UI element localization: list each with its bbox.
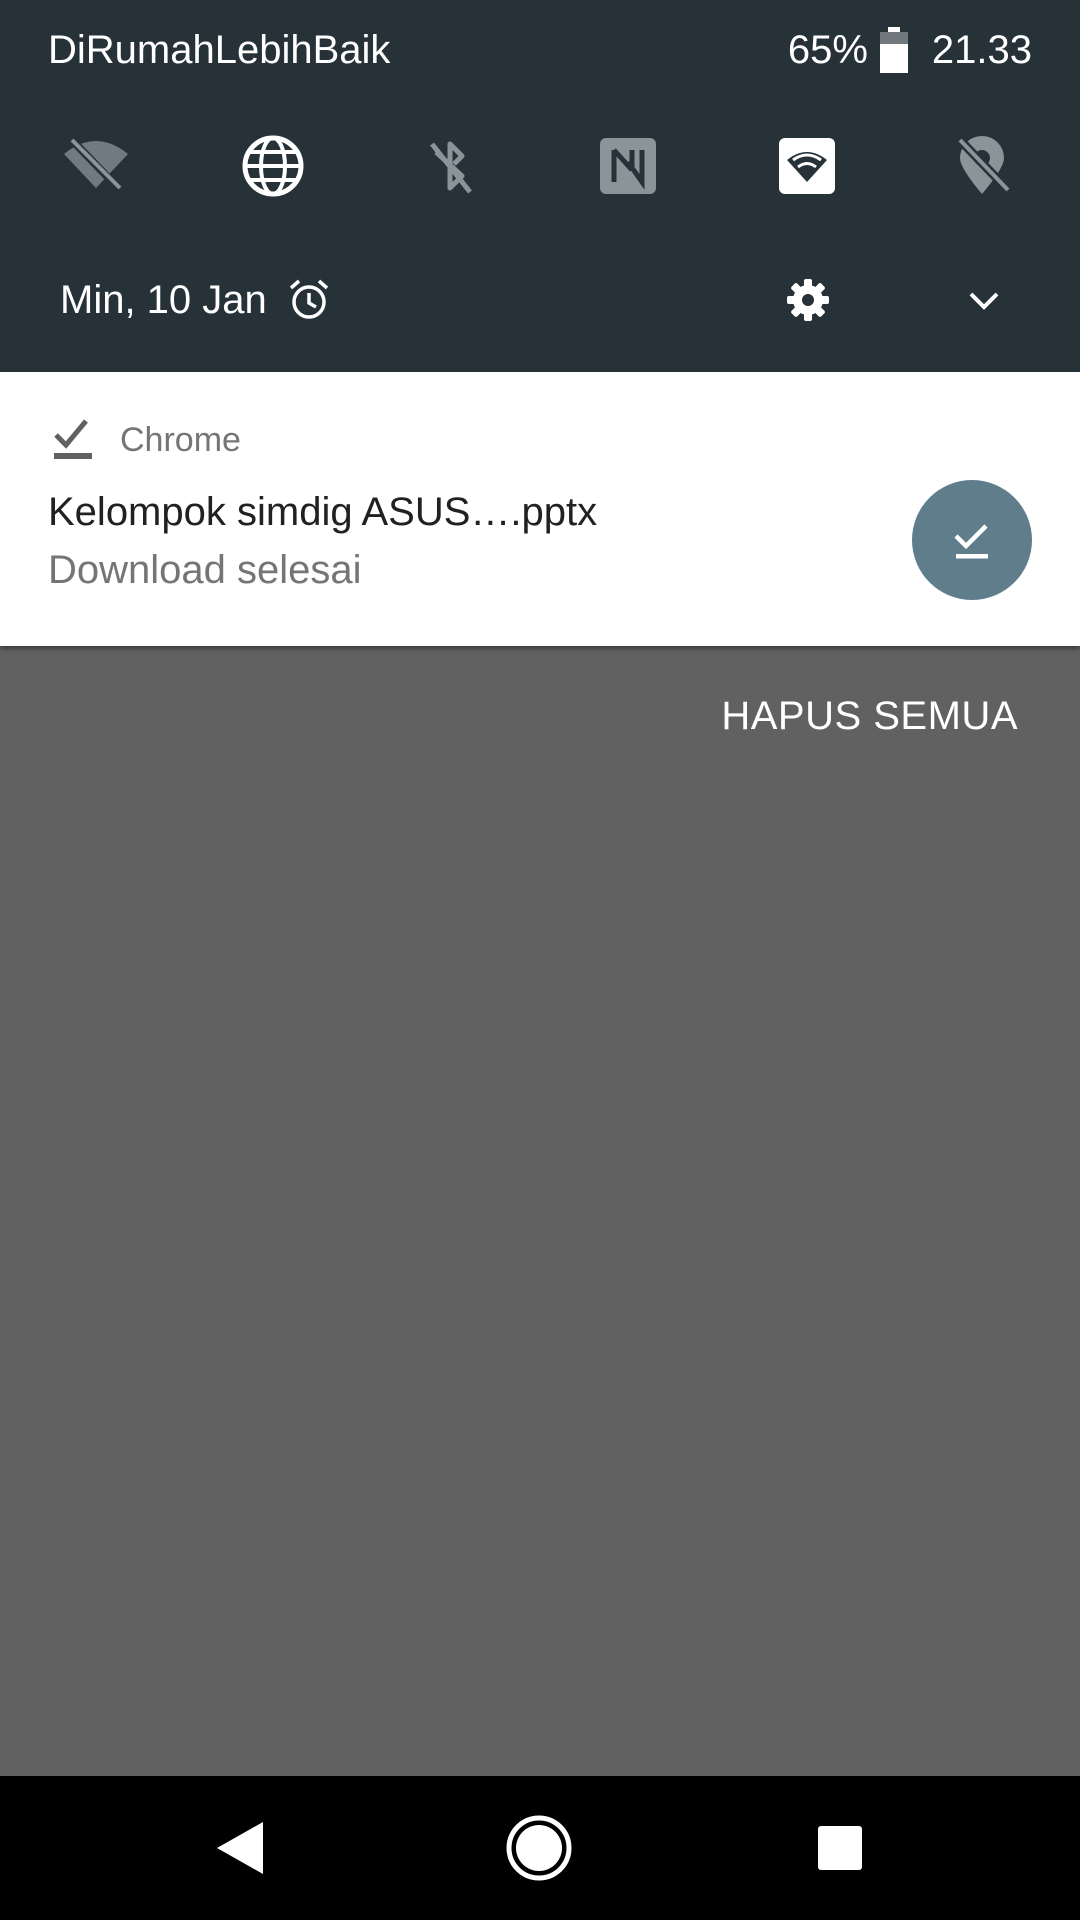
- notification-header: Chrome: [52, 412, 241, 468]
- back-button[interactable]: [195, 1812, 285, 1884]
- recents-button[interactable]: [795, 1812, 885, 1884]
- wifi-toggle[interactable]: [54, 124, 138, 208]
- nfc-icon: [600, 138, 656, 194]
- clear-all-button[interactable]: HAPUS SEMUA: [721, 694, 1018, 739]
- recents-square-icon: [818, 1826, 862, 1870]
- home-button[interactable]: [494, 1812, 584, 1884]
- open-download-button[interactable]: [912, 480, 1032, 600]
- clock: 21.33: [931, 27, 1032, 72]
- back-triangle-icon: [217, 1822, 263, 1874]
- globe-icon: [242, 135, 304, 197]
- battery-icon: [879, 27, 908, 73]
- alarm-icon[interactable]: [287, 278, 331, 322]
- notification-title: Kelompok simdig ASUS….pptx: [48, 490, 598, 534]
- hotspot-toggle[interactable]: [765, 124, 849, 208]
- download-done-icon: [54, 419, 92, 459]
- wifi-off-icon: [64, 135, 128, 195]
- settings-button[interactable]: [778, 270, 838, 330]
- nfc-toggle[interactable]: [586, 124, 670, 208]
- status-icons: 65% 21.33: [788, 24, 1032, 76]
- quick-settings-panel: DiRumahLebihBaik 65% 21.33 Min, 10 Jan: [0, 0, 1080, 372]
- location-off-icon: [956, 136, 1012, 194]
- download-notification[interactable]: Chrome Kelompok simdig ASUS….pptx Downlo…: [0, 372, 1080, 646]
- bluetooth-off-icon: [430, 141, 472, 194]
- home-circle-icon: [506, 1815, 572, 1881]
- bluetooth-toggle[interactable]: [408, 124, 492, 208]
- expand-button[interactable]: [954, 270, 1014, 330]
- gear-icon: [787, 279, 829, 321]
- battery-percent: 65%: [787, 27, 868, 72]
- hotspot-icon: [779, 138, 835, 194]
- location-toggle[interactable]: [940, 124, 1024, 208]
- download-done-icon: [954, 524, 988, 559]
- quick-settings-row: [0, 124, 1080, 208]
- data-toggle[interactable]: [231, 124, 315, 208]
- chevron-down-icon: [969, 292, 999, 310]
- notification-text: Download selesai: [48, 548, 362, 592]
- carrier-name: DiRumahLebihBaik: [48, 28, 391, 72]
- notification-app-name: Chrome: [120, 420, 241, 459]
- navigation-bar: [0, 1776, 1080, 1920]
- date-label: Min, 10 Jan: [60, 277, 267, 322]
- date-row[interactable]: Min, 10 Jan: [60, 270, 331, 330]
